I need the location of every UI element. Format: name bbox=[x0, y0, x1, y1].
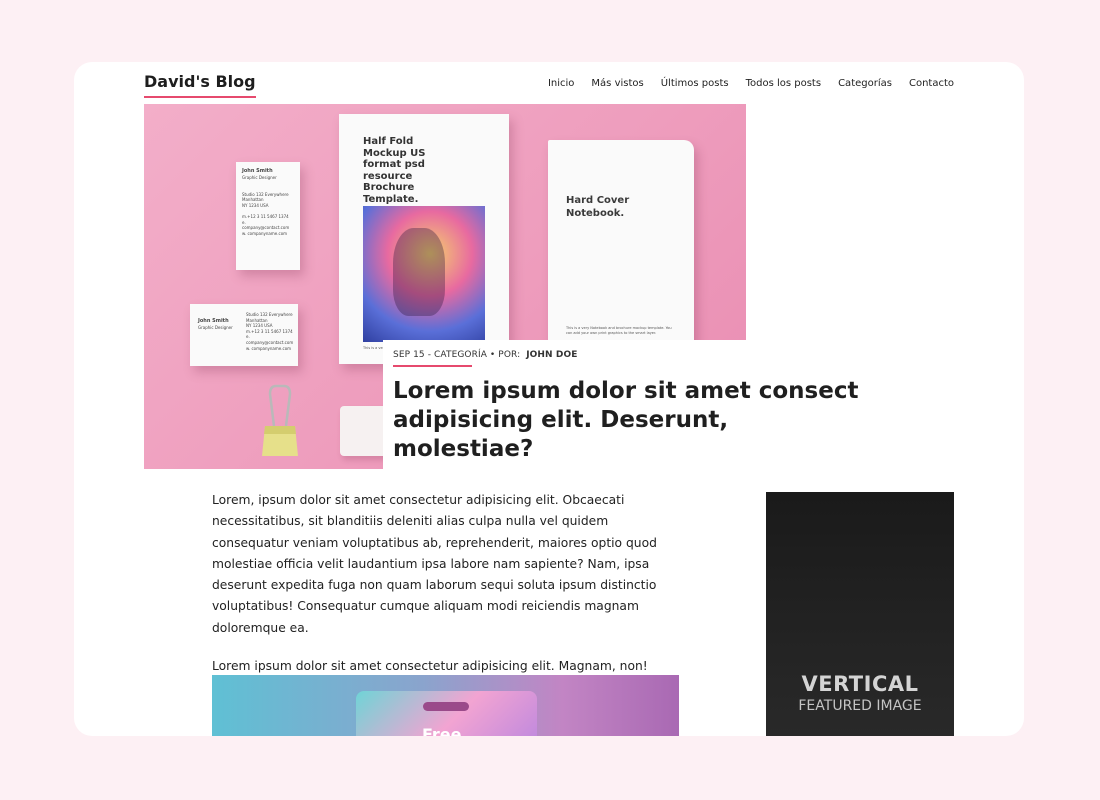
card-contact: w. companyname.com bbox=[242, 230, 288, 236]
brochure-mockup: Half Fold Mockup US format psd resource … bbox=[339, 114, 509, 364]
nav-item-mas-vistos[interactable]: Más vistos bbox=[591, 78, 643, 89]
card-role: Graphic Designer bbox=[198, 325, 233, 330]
nav-item-ultimos-posts[interactable]: Últimos posts bbox=[661, 78, 729, 89]
nav-item-categorias[interactable]: Categorías bbox=[838, 78, 892, 89]
post-inline-image: Free bbox=[212, 675, 679, 736]
sidebar-featured-image[interactable]: VERTICAL FEATURED IMAGE bbox=[766, 492, 954, 736]
page-card: David's Blog Inicio Más vistos Últimos p… bbox=[74, 62, 1024, 736]
featured-image-subtitle: FEATURED IMAGE bbox=[798, 698, 922, 714]
card-name: John Smith bbox=[242, 168, 273, 174]
paper-cup bbox=[340, 406, 388, 456]
post-category[interactable]: - CATEGORÍA • POR: bbox=[428, 350, 521, 360]
notebook-text: Hard Cover Notebook. bbox=[566, 195, 630, 219]
featured-image-title: VERTICAL bbox=[801, 672, 919, 696]
business-card-vertical: John Smith Graphic Designer Studio 132 E… bbox=[236, 162, 300, 270]
meta-underline bbox=[393, 365, 472, 367]
business-card-horizontal: John Smith Graphic Designer Studio 132 E… bbox=[190, 304, 298, 366]
card-address: Manhattan bbox=[246, 317, 268, 323]
post-date: SEP 15 bbox=[393, 350, 425, 360]
card-contact: m.+12 3 11 5467 1374 bbox=[242, 214, 289, 220]
card-contact: m.+12 3 11 5467 1374 bbox=[246, 328, 293, 334]
card-name: John Smith bbox=[198, 318, 229, 324]
post-paragraph: Lorem, ipsum dolor sit amet consectetur … bbox=[212, 493, 657, 635]
card-contact: e. company@contact.com bbox=[242, 219, 290, 231]
card-address: Manhattan bbox=[242, 197, 264, 203]
gift-card: Free bbox=[356, 691, 537, 736]
notebook-fine-print: This is a very Notebook and brochure moc… bbox=[566, 326, 672, 335]
nav-item-todos-los-posts[interactable]: Todos los posts bbox=[746, 78, 821, 89]
gift-card-hole bbox=[423, 702, 469, 711]
card-contact: e. company@contact.com bbox=[246, 334, 294, 345]
post-author[interactable]: JOHN DOE bbox=[526, 350, 577, 360]
nav-item-inicio[interactable]: Inicio bbox=[548, 78, 574, 89]
main-nav: Inicio Más vistos Últimos posts Todos lo… bbox=[548, 78, 954, 89]
binder-clip-icon bbox=[262, 384, 298, 456]
brochure-portrait bbox=[363, 206, 485, 342]
gift-card-text: Free bbox=[422, 725, 462, 736]
card-role: Graphic Designer bbox=[242, 175, 277, 180]
post-title: Lorem ipsum dolor sit amet consect adipi… bbox=[393, 378, 859, 462]
post-meta: SEP 15 - CATEGORÍA • POR: JOHN DOE bbox=[393, 350, 883, 360]
brochure-text: Half Fold Mockup US format psd resource … bbox=[363, 136, 426, 205]
site-logo[interactable]: David's Blog bbox=[144, 72, 256, 98]
nav-item-contacto[interactable]: Contacto bbox=[909, 78, 954, 89]
notebook-mockup: Hard Cover Notebook. This is a very Note… bbox=[548, 140, 694, 370]
post-header: SEP 15 - CATEGORÍA • POR: JOHN DOE Lorem… bbox=[383, 340, 883, 470]
card-address: Studio 132 Everywhere bbox=[246, 312, 293, 317]
post-body: Lorem, ipsum dolor sit amet consectetur … bbox=[212, 490, 682, 694]
card-address: Studio 132 Everywhere bbox=[242, 191, 289, 197]
card-address: NY 1234 USA bbox=[246, 323, 273, 329]
card-contact: w. companyname.com bbox=[246, 345, 292, 351]
card-address: NY 1234 USA bbox=[242, 202, 269, 208]
